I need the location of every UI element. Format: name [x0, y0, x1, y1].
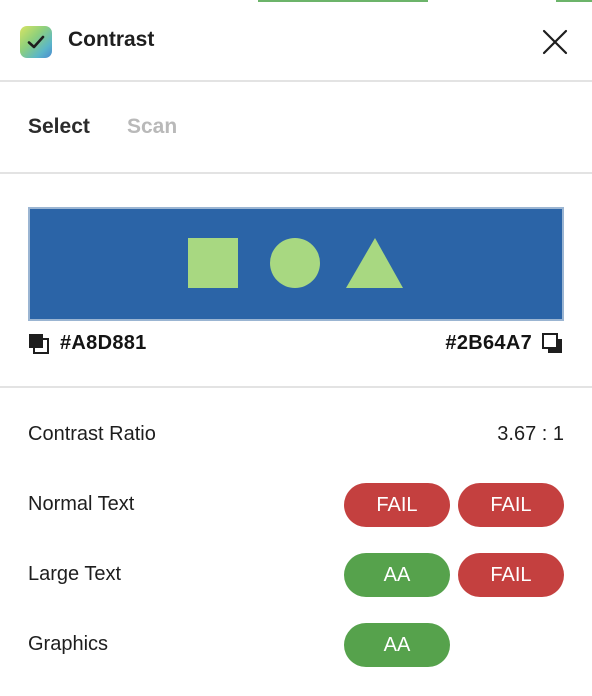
- foreground-hex[interactable]: #A8D881: [60, 332, 147, 355]
- normal-text-label: Normal Text: [28, 493, 135, 515]
- normal-text-aaa-badge: FAIL: [458, 483, 564, 527]
- large-text-aaa-badge: FAIL: [458, 553, 564, 597]
- contrast-ratio-label: Contrast Ratio: [28, 423, 156, 445]
- contrast-ratio-value: 3.67 : 1: [497, 423, 564, 445]
- background-swap-icon[interactable]: [542, 333, 564, 355]
- large-text-aa-badge: AA: [344, 553, 450, 597]
- tab-scan[interactable]: Scan: [127, 115, 177, 139]
- color-swatch-row: #A8D881 #2B64A7: [0, 330, 592, 360]
- square-shape: [188, 238, 238, 288]
- graphics-aa-badge: AA: [344, 623, 450, 667]
- contrast-preview: [28, 207, 564, 321]
- circle-shape: [270, 238, 320, 288]
- foreground-swap-icon[interactable]: [28, 333, 50, 355]
- panel-header: Contrast: [0, 0, 592, 82]
- large-text-label: Large Text: [28, 563, 122, 585]
- panel-title: Contrast: [68, 28, 155, 51]
- contrast-app-icon: [20, 26, 52, 58]
- tab-select[interactable]: Select: [28, 115, 90, 139]
- close-icon[interactable]: [540, 27, 570, 57]
- mode-tabs: Select Scan: [0, 82, 592, 174]
- background-hex[interactable]: #2B64A7: [445, 332, 532, 355]
- section-divider: [0, 386, 592, 388]
- graphics-label: Graphics: [28, 633, 109, 655]
- normal-text-aa-badge: FAIL: [344, 483, 450, 527]
